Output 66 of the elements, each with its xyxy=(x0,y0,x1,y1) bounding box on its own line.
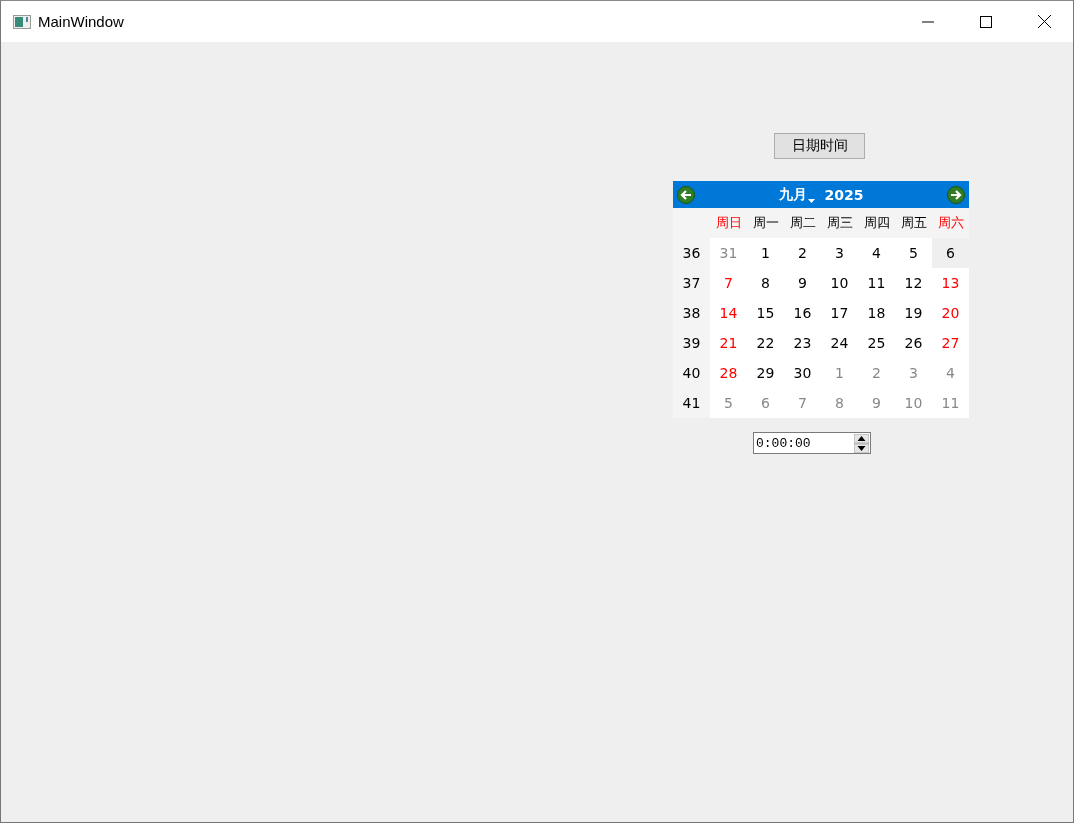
day-cell[interactable]: 11 xyxy=(932,388,969,418)
day-cell[interactable]: 11 xyxy=(858,268,895,298)
weekday-header: 周四 xyxy=(858,208,895,238)
datetime-button[interactable]: 日期时间 xyxy=(774,133,865,159)
day-cell[interactable]: 15 xyxy=(747,298,784,328)
week-number: 36 xyxy=(673,238,710,268)
weekday-header: 周一 xyxy=(747,208,784,238)
previous-month-icon[interactable] xyxy=(677,185,695,204)
weekday-header: 周二 xyxy=(784,208,821,238)
day-cell[interactable]: 30 xyxy=(784,358,821,388)
day-cell[interactable]: 8 xyxy=(821,388,858,418)
day-cell[interactable]: 18 xyxy=(858,298,895,328)
time-field[interactable]: 0:00:00 xyxy=(753,432,871,454)
day-cell[interactable]: 10 xyxy=(821,268,858,298)
week-number: 40 xyxy=(673,358,710,388)
day-cell[interactable]: 22 xyxy=(747,328,784,358)
day-cell[interactable]: 2 xyxy=(858,358,895,388)
window-title: MainWindow xyxy=(38,13,124,30)
close-icon[interactable] xyxy=(1037,15,1051,28)
day-cell[interactable]: 21 xyxy=(710,328,747,358)
weekday-header: 周日 xyxy=(710,208,747,238)
day-cell[interactable]: 26 xyxy=(895,328,932,358)
day-cell[interactable]: 16 xyxy=(784,298,821,328)
day-cell[interactable]: 13 xyxy=(932,268,969,298)
day-cell[interactable]: 6 xyxy=(932,238,969,268)
day-cell[interactable]: 12 xyxy=(895,268,932,298)
maximize-icon[interactable] xyxy=(980,15,992,28)
dropdown-arrow-icon[interactable] xyxy=(807,198,815,204)
day-cell[interactable]: 3 xyxy=(821,238,858,268)
day-cell[interactable]: 29 xyxy=(747,358,784,388)
app-icon xyxy=(13,14,31,29)
day-cell[interactable]: 6 xyxy=(747,388,784,418)
year-label[interactable]: 2025 xyxy=(824,186,864,203)
day-cell[interactable]: 14 xyxy=(710,298,747,328)
day-cell[interactable]: 28 xyxy=(710,358,747,388)
day-cell[interactable]: 17 xyxy=(821,298,858,328)
day-cell[interactable]: 19 xyxy=(895,298,932,328)
week-number: 38 xyxy=(673,298,710,328)
day-cell[interactable]: 23 xyxy=(784,328,821,358)
day-cell[interactable]: 7 xyxy=(784,388,821,418)
day-cell[interactable]: 5 xyxy=(895,238,932,268)
day-cell[interactable]: 1 xyxy=(747,238,784,268)
day-cell[interactable]: 3 xyxy=(895,358,932,388)
day-cell[interactable]: 8 xyxy=(747,268,784,298)
week-number: 41 xyxy=(673,388,710,418)
day-cell[interactable]: 4 xyxy=(858,238,895,268)
day-cell[interactable]: 25 xyxy=(858,328,895,358)
weekday-header: 周三 xyxy=(821,208,858,238)
day-cell[interactable]: 2 xyxy=(784,238,821,268)
day-cell[interactable]: 4 xyxy=(932,358,969,388)
weekday-header: 周五 xyxy=(895,208,932,238)
day-cell[interactable]: 1 xyxy=(821,358,858,388)
day-cell[interactable]: 24 xyxy=(821,328,858,358)
day-cell[interactable]: 5 xyxy=(710,388,747,418)
day-cell[interactable]: 27 xyxy=(932,328,969,358)
month-dropdown[interactable]: 九月 xyxy=(778,185,815,204)
day-cell[interactable]: 10 xyxy=(895,388,932,418)
day-cell[interactable]: 9 xyxy=(784,268,821,298)
next-month-icon[interactable] xyxy=(947,185,965,204)
weekday-header: 周六 xyxy=(932,208,969,238)
week-number: 39 xyxy=(673,328,710,358)
day-cell[interactable]: 9 xyxy=(858,388,895,418)
week-number: 37 xyxy=(673,268,710,298)
day-cell[interactable]: 20 xyxy=(932,298,969,328)
day-cell[interactable]: 7 xyxy=(710,268,747,298)
day-cell[interactable]: 31 xyxy=(710,238,747,268)
